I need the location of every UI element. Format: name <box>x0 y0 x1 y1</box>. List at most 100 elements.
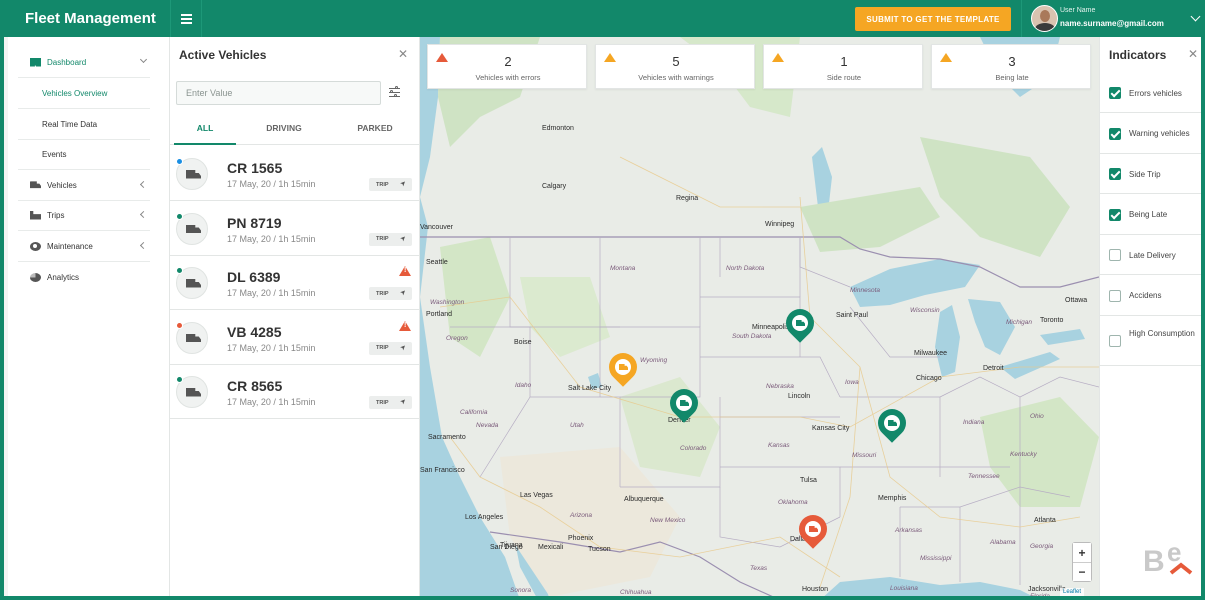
vehicle-plate: CR 8565 <box>227 378 283 394</box>
indicator-option[interactable]: Accidens <box>1100 275 1201 316</box>
search-input[interactable] <box>176 81 381 105</box>
vehicle-map-pin[interactable] <box>603 347 643 389</box>
map-city-label: Seattle <box>426 259 448 266</box>
map-city-label: Phoenix <box>568 535 594 542</box>
checkbox[interactable] <box>1109 289 1121 302</box>
trip-button[interactable]: TRIP <box>369 341 412 355</box>
sidebar-item-events[interactable]: Events <box>18 139 150 170</box>
vehicle-row[interactable]: VB 4285 17 May, 20 / 1h 15min TRIP <box>170 310 419 365</box>
vehicle-row[interactable]: PN 8719 17 May, 20 / 1h 15min TRIP <box>170 201 419 256</box>
checkbox[interactable] <box>1109 208 1121 221</box>
sidebar-item-vehicles-overview[interactable]: Vehicles Overview <box>18 78 150 109</box>
vehicle-map-pin[interactable] <box>872 403 912 445</box>
vehicle-row[interactable]: CR 1565 17 May, 20 / 1h 15min TRIP <box>170 146 419 201</box>
map-region-label: Arkansas <box>895 527 923 534</box>
map-attribution[interactable]: Leaflet <box>1060 588 1085 596</box>
vehicle-map-pin[interactable] <box>793 509 833 551</box>
vehicle-map-pin[interactable] <box>664 383 704 425</box>
map-city-label: Calgary <box>542 183 567 190</box>
map-region-label: Washington <box>430 299 465 306</box>
sidebar-item-label: Dashboard <box>47 57 87 67</box>
checkbox[interactable] <box>1109 249 1121 261</box>
indicator-option[interactable]: Being Late <box>1100 194 1201 235</box>
map-city-label: Vancouver <box>420 224 453 231</box>
close-icon[interactable]: ✕ <box>398 47 408 61</box>
chevron-down-icon[interactable] <box>1190 11 1201 22</box>
map-region-label: Oregon <box>446 335 468 342</box>
map-city-label: Sacramento <box>428 434 466 441</box>
map-city-label: Atlanta <box>1034 517 1056 524</box>
checkbox[interactable] <box>1109 335 1121 347</box>
trip-button[interactable]: TRIP <box>369 178 412 191</box>
indicator-option[interactable]: Late Delivery <box>1100 235 1201 275</box>
status-dot <box>176 376 183 383</box>
vehicle-plate: DL 6389 <box>227 269 281 285</box>
map-city-label: Chicago <box>916 375 942 382</box>
stat-card[interactable]: 3 Being late <box>931 44 1091 89</box>
trip-button[interactable]: TRIP <box>369 396 412 409</box>
map-region-label: Texas <box>750 565 768 572</box>
vehicle-row[interactable]: DL 6389 17 May, 20 / 1h 15min TRIP <box>170 255 419 310</box>
map-city-label: Portland <box>426 311 453 318</box>
vehicle-map-pin[interactable] <box>780 303 820 345</box>
indicator-option[interactable]: Side Trip <box>1100 154 1201 194</box>
zoom-in-button[interactable]: + <box>1073 543 1091 562</box>
vehicle-time: 17 May, 20 / 1h 15min <box>227 179 316 189</box>
chevron-left-icon <box>139 180 148 189</box>
indicator-label: Being Late <box>1129 210 1168 219</box>
checkbox[interactable] <box>1109 168 1121 180</box>
avatar <box>1031 5 1058 32</box>
stat-card[interactable]: 5 Vehicles with warnings <box>595 44 755 89</box>
map-region-label: Minnesota <box>850 287 880 294</box>
close-icon[interactable]: ✕ <box>1188 47 1198 61</box>
checkbox[interactable] <box>1109 127 1121 140</box>
trips-icon <box>30 210 41 220</box>
sidebar-item-real-time-data[interactable]: Real Time Data <box>18 109 150 140</box>
stat-card[interactable]: 1 Side route <box>763 44 923 89</box>
map-region-label: California <box>460 409 488 416</box>
map-region-label: Kansas <box>768 442 790 449</box>
truck-icon <box>186 333 201 342</box>
chevron-left-icon <box>139 210 148 219</box>
vehicle-plate: CR 1565 <box>227 160 283 176</box>
checkbox[interactable] <box>1109 87 1121 99</box>
vehicle-time: 17 May, 20 / 1h 15min <box>227 342 316 353</box>
sidebar-item-vehicles[interactable]: Vehicles <box>18 170 150 201</box>
map-background <box>420 37 1099 596</box>
user-menu[interactable]: User Name name.surname@gmail.com <box>1021 0 1201 37</box>
map-region-label: Kentucky <box>1010 451 1037 458</box>
sidebar-item-label: Vehicles <box>47 180 77 190</box>
vehicle-plate: PN 8719 <box>227 214 282 231</box>
sidebar-item-maintenance[interactable]: Maintenance <box>18 231 150 262</box>
trip-button[interactable]: TRIP <box>369 287 412 300</box>
indicator-option[interactable]: Warning vehicles <box>1100 113 1201 154</box>
indicator-label: Side Trip <box>1129 169 1161 179</box>
tab-all[interactable]: ALL <box>174 116 236 145</box>
map-region-label: South Dakota <box>732 333 772 340</box>
submit-template-button[interactable]: SUBMIT TO GET THE TEMPLATE <box>855 7 1011 31</box>
truck-icon <box>186 224 201 233</box>
map-region-label: Florida <box>1030 593 1050 600</box>
filter-icon[interactable] <box>389 86 400 98</box>
sidebar-item-label: Vehicles Overview <box>42 88 108 98</box>
indicator-option[interactable]: Errors vehicles <box>1100 73 1201 113</box>
sidebar-item-dashboard[interactable]: Dashboard <box>18 47 150 78</box>
map-region-label: Iowa <box>845 379 859 386</box>
map-region-label: Alabama <box>990 539 1016 546</box>
map-region-label: Wyoming <box>640 357 668 364</box>
menu-toggle-button[interactable] <box>170 0 202 37</box>
indicator-label: Late Delivery <box>1129 250 1176 260</box>
vehicle-row[interactable]: CR 8565 17 May, 20 / 1h 15min TRIP <box>170 364 419 419</box>
map-city-label: San Francisco <box>420 467 465 474</box>
indicator-option[interactable]: High Consumption <box>1100 316 1201 366</box>
tab-parked[interactable]: PARKED <box>344 116 406 145</box>
map-view[interactable]: Edmonton Calgary Regina Winnipeg Vancouver Se… <box>420 37 1099 600</box>
stat-card[interactable]: 2 Vehicles with errors <box>427 44 587 89</box>
map-city-label: Salt Lake City <box>568 385 612 392</box>
gear-icon <box>30 241 41 251</box>
tab-driving[interactable]: DRIVING <box>253 116 315 145</box>
sidebar-item-analytics[interactable]: Analytics <box>18 262 150 293</box>
trip-button[interactable]: TRIP <box>369 232 412 246</box>
sidebar-item-trips[interactable]: Trips <box>18 200 150 231</box>
zoom-out-button[interactable]: − <box>1073 562 1091 581</box>
